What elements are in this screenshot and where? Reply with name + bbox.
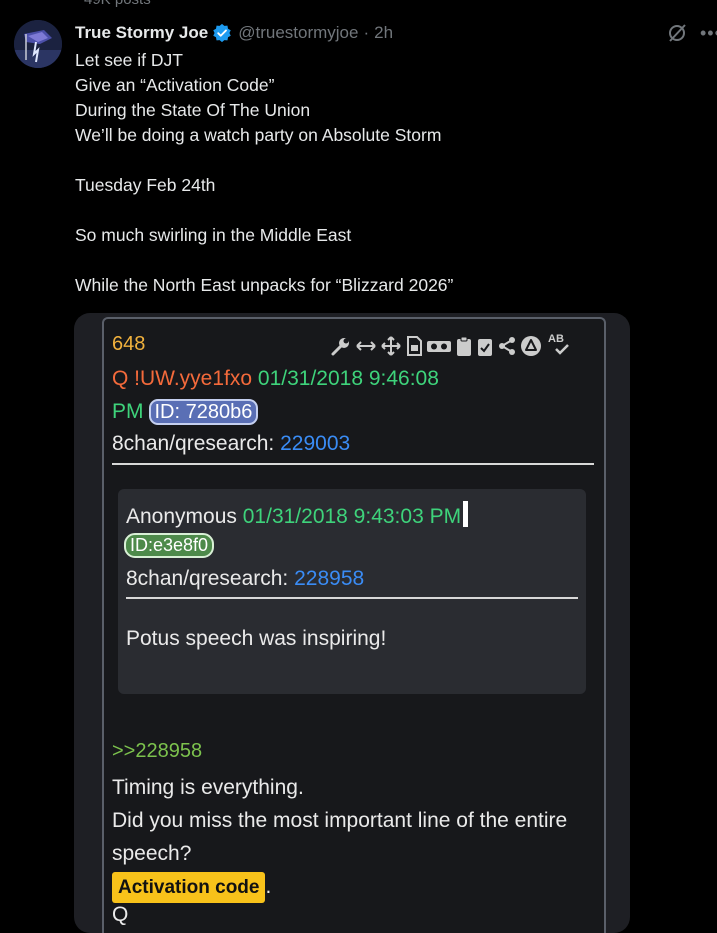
post-link: 229003 <box>280 432 351 455</box>
timestamp[interactable]: 2h <box>374 23 393 43</box>
post-ampm: PM <box>112 400 144 423</box>
post-signature: Q <box>112 903 129 926</box>
tweet-text: Let see if DJT Give an “Activation Code”… <box>75 48 695 298</box>
display-name[interactable]: True Stormy Joe <box>75 23 208 43</box>
tweet-line <box>75 198 695 223</box>
tweet-line <box>75 148 695 173</box>
quoted-date: 01/31/2018 9:43:03 PM <box>242 505 462 528</box>
reply-reference: >>228958 <box>112 740 203 762</box>
move-icon <box>381 336 401 356</box>
quoted-post-link: 228958 <box>294 567 365 590</box>
tweet-line: While the North East unpacks for “Blizza… <box>75 275 454 295</box>
avatar-flag-icon <box>14 20 62 68</box>
highlight-line: Activation code. <box>112 870 597 903</box>
verified-badge-icon <box>212 23 232 43</box>
board-line: 8chan/qresearch: 229003 <box>112 432 350 456</box>
board-name: 8chan/qresearch: <box>112 432 275 455</box>
post-date: 01/31/2018 9:46:08 <box>257 367 439 390</box>
glasses-icon <box>427 341 451 352</box>
divider <box>126 597 578 599</box>
warning-icon <box>521 336 541 356</box>
q-post-screenshot: 648 AB Q !UW.yye1fxo 01/31/2018 9:46:08 … <box>102 317 606 933</box>
wrench-icon <box>331 338 349 356</box>
quoted-body: Potus speech was inspiring! <box>126 627 387 650</box>
quoted-post: Anonymous 01/31/2018 9:43:03 PM ID:e3e8f… <box>118 489 586 694</box>
check-clipboard-icon <box>478 339 492 356</box>
post-id-line: PM ID: 7280b6 <box>112 399 259 425</box>
text-cursor <box>463 501 469 527</box>
handle[interactable]: @truestormyjoe <box>238 23 358 43</box>
tweet-line: So much swirling in the Middle East <box>75 225 352 245</box>
document-icon <box>407 336 422 356</box>
post-toolbar: AB <box>330 333 571 359</box>
posts-count: 49K posts <box>84 0 151 8</box>
post-number: 648 <box>112 333 146 355</box>
highlight-period: . <box>265 875 272 898</box>
q-author: Q !UW.yye1fxo <box>112 367 253 390</box>
poster-id-badge: ID: 7280b6 <box>148 399 259 425</box>
quoted-author: Anonymous <box>126 505 237 528</box>
tweet-header: True Stormy Joe @truestormyjoe · 2h <box>75 21 393 45</box>
clipboard-icon <box>457 336 471 356</box>
tweet-line: Let see if DJT <box>75 50 183 70</box>
spellcheck-icon: AB <box>545 333 571 357</box>
divider <box>112 463 594 465</box>
more-icon[interactable]: ••• <box>700 23 717 44</box>
tweet-line: We’ll be doing a watch party on Absolute… <box>75 125 442 145</box>
quoted-id-badge: ID:e3e8f0 <box>124 533 215 558</box>
activation-code-highlight: Activation code <box>112 872 266 903</box>
arrows-icon <box>356 341 376 351</box>
post-author-line: Q !UW.yye1fxo 01/31/2018 9:46:08 <box>112 367 439 391</box>
tweet-line: During the State Of The Union <box>75 100 311 120</box>
separator-dot: · <box>363 23 370 42</box>
attached-image[interactable]: 648 AB Q !UW.yye1fxo 01/31/2018 9:46:08 … <box>74 313 630 933</box>
tweet-line: Give an “Activation Code” <box>75 75 275 95</box>
quoted-author-line: Anonymous 01/31/2018 9:43:03 PM <box>126 501 469 529</box>
quoted-board-line: 8chan/qresearch: 228958 <box>126 567 364 591</box>
quoted-board: 8chan/qresearch: <box>126 567 289 590</box>
body-line: speech? <box>112 842 192 865</box>
body-line: Timing is everything. <box>112 776 304 799</box>
tweet-line: Tuesday Feb 24th <box>75 175 216 195</box>
grok-icon[interactable] <box>666 22 688 44</box>
share-icon <box>499 337 515 355</box>
body-line: Did you miss the most important line of … <box>112 809 568 832</box>
post-body: Timing is everything. Did you miss the m… <box>112 771 597 903</box>
tweet-line <box>75 248 695 273</box>
avatar[interactable] <box>14 20 62 68</box>
